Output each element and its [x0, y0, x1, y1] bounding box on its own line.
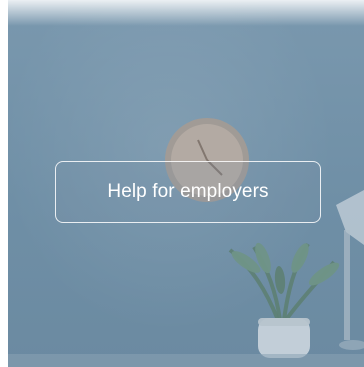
shelf: [8, 354, 364, 367]
lamp-icon: [336, 190, 364, 350]
help-for-employers-button[interactable]: Help for employers: [55, 161, 321, 223]
employers-card[interactable]: Help for employers: [8, 0, 364, 367]
top-fade: [8, 0, 364, 26]
help-for-employers-label: Help for employers: [107, 181, 269, 202]
plant-icon: [228, 242, 340, 358]
